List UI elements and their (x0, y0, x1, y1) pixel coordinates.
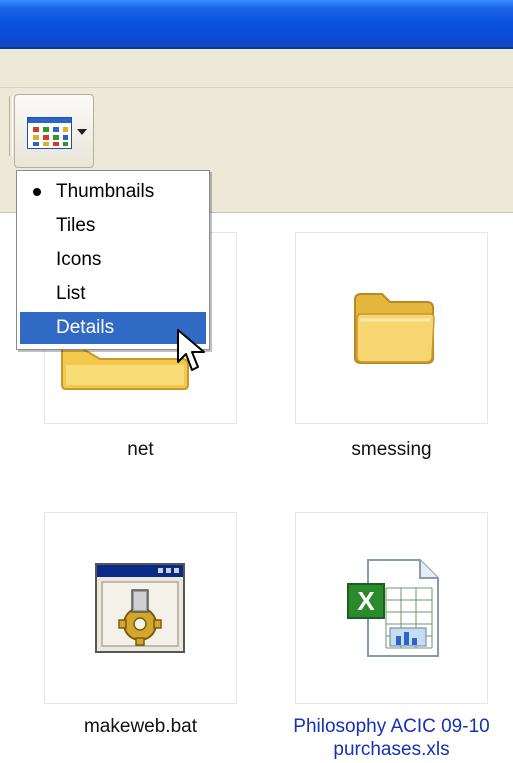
file-label[interactable]: makeweb.bat (44, 715, 237, 738)
menu-item-label: List (56, 283, 86, 304)
mouse-pointer-icon (177, 329, 205, 371)
views-menu: Thumbnails Tiles Icons List Details (16, 170, 210, 350)
menu-item-label: Details (56, 317, 115, 338)
menu-item-thumbnails[interactable]: Thumbnails (20, 176, 206, 208)
folder-icon (354, 293, 435, 364)
menu-item-list[interactable]: List (20, 278, 206, 310)
excel-file-icon: X (347, 559, 439, 657)
file-label[interactable]: net (44, 438, 237, 461)
radio-bullet-icon (33, 188, 41, 196)
file-label-line: Philosophy ACIC 09-10 (293, 716, 490, 737)
window-title-bar[interactable] (0, 0, 513, 49)
svg-text:X: X (357, 586, 375, 616)
batch-file-icon (95, 563, 185, 653)
chevron-down-icon[interactable] (77, 129, 87, 135)
menu-item-label: Tiles (56, 215, 96, 236)
menu-bar (0, 49, 513, 88)
views-icon (27, 117, 72, 149)
menu-item-icons[interactable]: Icons (20, 244, 206, 276)
views-button[interactable] (14, 94, 94, 168)
menu-item-tiles[interactable]: Tiles (20, 210, 206, 242)
menu-item-label: Icons (56, 249, 102, 270)
file-label[interactable]: Philosophy ACIC 09-10 purchases.xls (270, 715, 513, 761)
file-label[interactable]: smessing (295, 438, 488, 461)
menu-item-label: Thumbnails (56, 181, 155, 202)
toolbar-separator (9, 96, 13, 156)
file-label-line: purchases.xls (333, 739, 450, 760)
